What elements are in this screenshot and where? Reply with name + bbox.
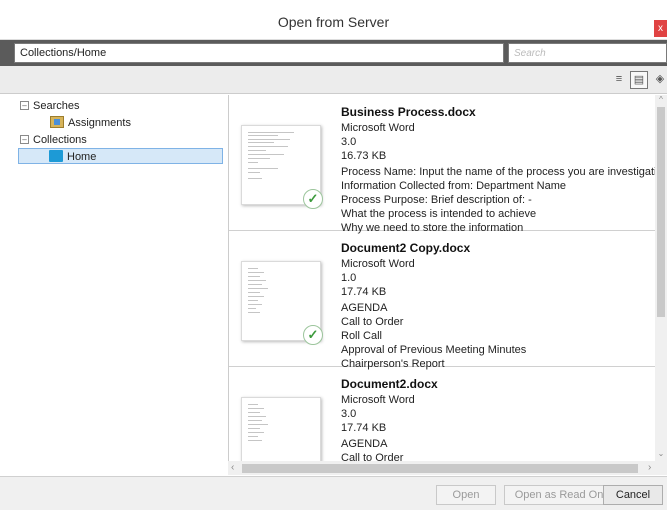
path-input[interactable]: Collections/Home	[14, 43, 504, 63]
scroll-thumb[interactable]	[242, 464, 638, 473]
dialog-footer: Open Open as Read Only Cancel	[0, 476, 667, 510]
list-view-icon[interactable]: ≡	[610, 71, 628, 89]
list-item[interactable]: ✓ Document2 Copy.docx Microsoft Word 1.0…	[229, 231, 667, 370]
collapse-icon[interactable]: –	[20, 100, 29, 110]
horizontal-scrollbar[interactable]: ‹ ›	[228, 461, 667, 475]
cancel-button[interactable]: Cancel	[603, 485, 663, 505]
open-button[interactable]: Open	[436, 485, 496, 505]
document-name: Business Process.docx	[341, 105, 476, 119]
vertical-scrollbar[interactable]: ^ ⌄	[655, 95, 667, 461]
folder-icon	[49, 150, 63, 163]
tree-item-home[interactable]: Home	[18, 148, 223, 164]
document-info: Microsoft Word 3.0 17.74 KB AGENDA Call …	[341, 394, 415, 464]
list-item[interactable]: ✓ Business Process.docx Microsoft Word 3…	[229, 95, 667, 234]
document-info: Microsoft Word 1.0 17.74 KB AGENDA Call …	[341, 258, 527, 370]
title-bar: Open from Server x	[0, 0, 667, 40]
collapse-icon[interactable]: –	[20, 134, 29, 144]
window-title: Open from Server	[277, 14, 390, 30]
navigation-tree: – Searches Assignments – Collections Home	[14, 95, 226, 475]
assignments-icon	[50, 116, 64, 129]
scroll-right-icon[interactable]: ›	[648, 461, 651, 475]
results-list: ✓ Business Process.docx Microsoft Word 3…	[228, 95, 667, 475]
checkmark-icon: ✓	[303, 325, 323, 345]
tree-item-searches[interactable]: – Searches	[20, 98, 79, 114]
scroll-down-icon[interactable]: ⌄	[655, 449, 667, 458]
document-name: Document2 Copy.docx	[341, 241, 471, 255]
scroll-left-icon[interactable]: ‹	[231, 461, 234, 475]
path-bar: Collections/Home Search	[0, 40, 667, 66]
document-name: Document2.docx	[341, 377, 438, 391]
tag-icon[interactable]: ◈	[651, 71, 667, 89]
checkmark-icon: ✓	[303, 189, 323, 209]
tree-item-assignments[interactable]: Assignments	[50, 115, 131, 131]
tree-item-label: Home	[67, 151, 97, 163]
tree-item-collections[interactable]: – Collections	[20, 132, 87, 148]
detail-view-icon[interactable]: ▤	[630, 71, 648, 89]
search-input[interactable]: Search	[508, 43, 667, 63]
scroll-thumb[interactable]	[657, 107, 665, 317]
tree-item-label: Searches	[33, 100, 80, 112]
scroll-up-icon[interactable]: ^	[655, 95, 667, 104]
document-info: Microsoft Word 3.0 16.73 KB Process Name…	[341, 122, 667, 234]
close-button[interactable]: x	[654, 20, 667, 37]
tree-item-label: Collections	[33, 134, 87, 146]
tree-item-label: Assignments	[68, 117, 131, 129]
view-toolbar: ≡ ▤ ◈	[0, 66, 667, 94]
list-item[interactable]: Document2.docx Microsoft Word 3.0 17.74 …	[229, 367, 667, 475]
